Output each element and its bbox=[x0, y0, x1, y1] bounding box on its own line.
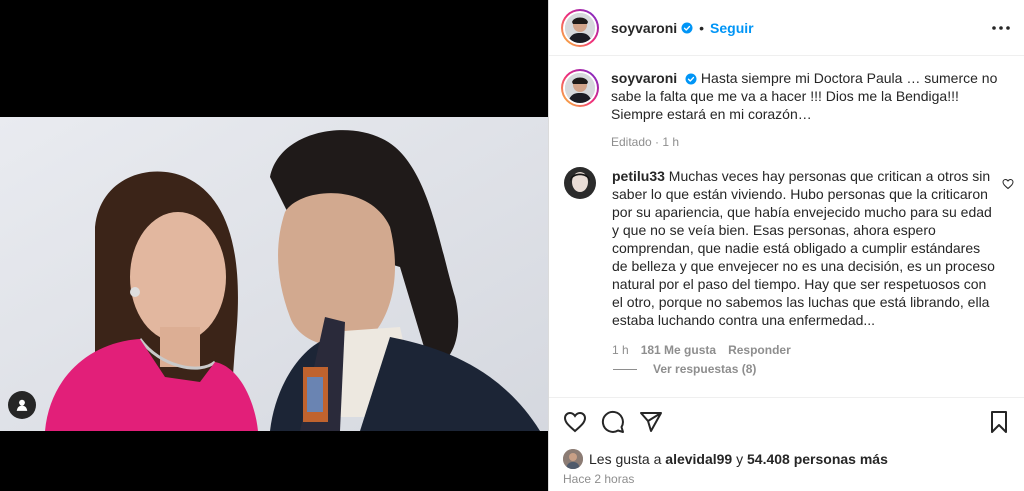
comment-like-button[interactable] bbox=[1002, 177, 1016, 191]
comment-meta: 1 h 181 Me gusta Responder bbox=[612, 341, 997, 359]
likes-others[interactable]: 54.408 personas más bbox=[747, 451, 888, 467]
caption-avatar[interactable] bbox=[561, 69, 599, 107]
caption-username[interactable]: soyvaroni bbox=[611, 70, 677, 86]
commenter-username[interactable]: petilu33 bbox=[612, 168, 665, 184]
post-header: soyvaroni • Seguir bbox=[549, 0, 1024, 56]
liker-username[interactable]: alevidal99 bbox=[665, 451, 732, 467]
follow-button[interactable]: Seguir bbox=[710, 20, 754, 36]
header-username[interactable]: soyvaroni bbox=[611, 20, 677, 36]
author-avatar[interactable] bbox=[561, 8, 599, 47]
photo-illustration bbox=[0, 117, 548, 431]
replies-divider bbox=[613, 368, 637, 370]
likes-conjunction: y bbox=[736, 451, 744, 467]
caption: soyvaroni Hasta siempre mi Doctora Paula… bbox=[561, 69, 1011, 151]
likes-prefix: Les gusta a bbox=[589, 451, 662, 467]
save-button[interactable] bbox=[987, 410, 1011, 434]
verified-badge-icon bbox=[685, 73, 697, 85]
comment-body: Muchas veces hay personas que critican a… bbox=[612, 168, 995, 328]
heart-icon bbox=[563, 411, 587, 433]
caption-avatar-image bbox=[565, 73, 595, 103]
header-separator: • bbox=[699, 19, 705, 36]
instagram-post: soyvaroni • Seguir soyvaroni Hasta siemp… bbox=[0, 0, 1024, 491]
heart-icon bbox=[1002, 178, 1014, 190]
commenter-avatar[interactable] bbox=[564, 167, 596, 199]
comment-icon bbox=[601, 410, 624, 433]
likes-summary: Les gusta a alevidal99 y 54.408 personas… bbox=[563, 449, 888, 469]
caption-time[interactable]: 1 h bbox=[662, 135, 679, 149]
commenter-avatar-image bbox=[564, 167, 596, 199]
bookmark-icon bbox=[991, 411, 1007, 433]
more-options-icon bbox=[992, 26, 1010, 30]
user-tag-button[interactable] bbox=[8, 391, 36, 419]
media-panel bbox=[0, 0, 548, 491]
user-tag-icon bbox=[16, 399, 28, 411]
share-button[interactable] bbox=[639, 410, 663, 434]
liker-avatar-image bbox=[563, 449, 583, 469]
comment-likes[interactable]: 181 Me gusta bbox=[641, 341, 716, 359]
verified-badge-icon bbox=[681, 22, 693, 34]
reply-button[interactable]: Responder bbox=[728, 341, 791, 359]
like-button[interactable] bbox=[563, 410, 587, 434]
post-time[interactable]: Hace 2 horas bbox=[563, 472, 634, 486]
post-photo[interactable] bbox=[0, 117, 548, 431]
comment-item: petilu33 Muchas veces hay personas que c… bbox=[561, 167, 1016, 359]
caption-meta-separator: · bbox=[655, 135, 660, 149]
comment-time[interactable]: 1 h bbox=[612, 341, 629, 359]
caption-meta: Editado · 1 h bbox=[611, 133, 1006, 151]
liker-avatar[interactable] bbox=[563, 449, 583, 469]
view-replies-label: Ver respuestas (8) bbox=[653, 362, 757, 376]
comment-button[interactable] bbox=[601, 410, 625, 434]
author-avatar-image bbox=[565, 12, 595, 43]
share-icon bbox=[640, 412, 662, 432]
details-panel: soyvaroni • Seguir soyvaroni Hasta siemp… bbox=[548, 0, 1024, 491]
edited-label: Editado bbox=[611, 135, 652, 149]
more-options-button[interactable] bbox=[991, 18, 1011, 38]
view-replies-button[interactable]: Ver respuestas (8) bbox=[613, 362, 756, 376]
comments-section[interactable]: soyvaroni Hasta siempre mi Doctora Paula… bbox=[549, 57, 1024, 397]
action-bar bbox=[549, 397, 1024, 445]
